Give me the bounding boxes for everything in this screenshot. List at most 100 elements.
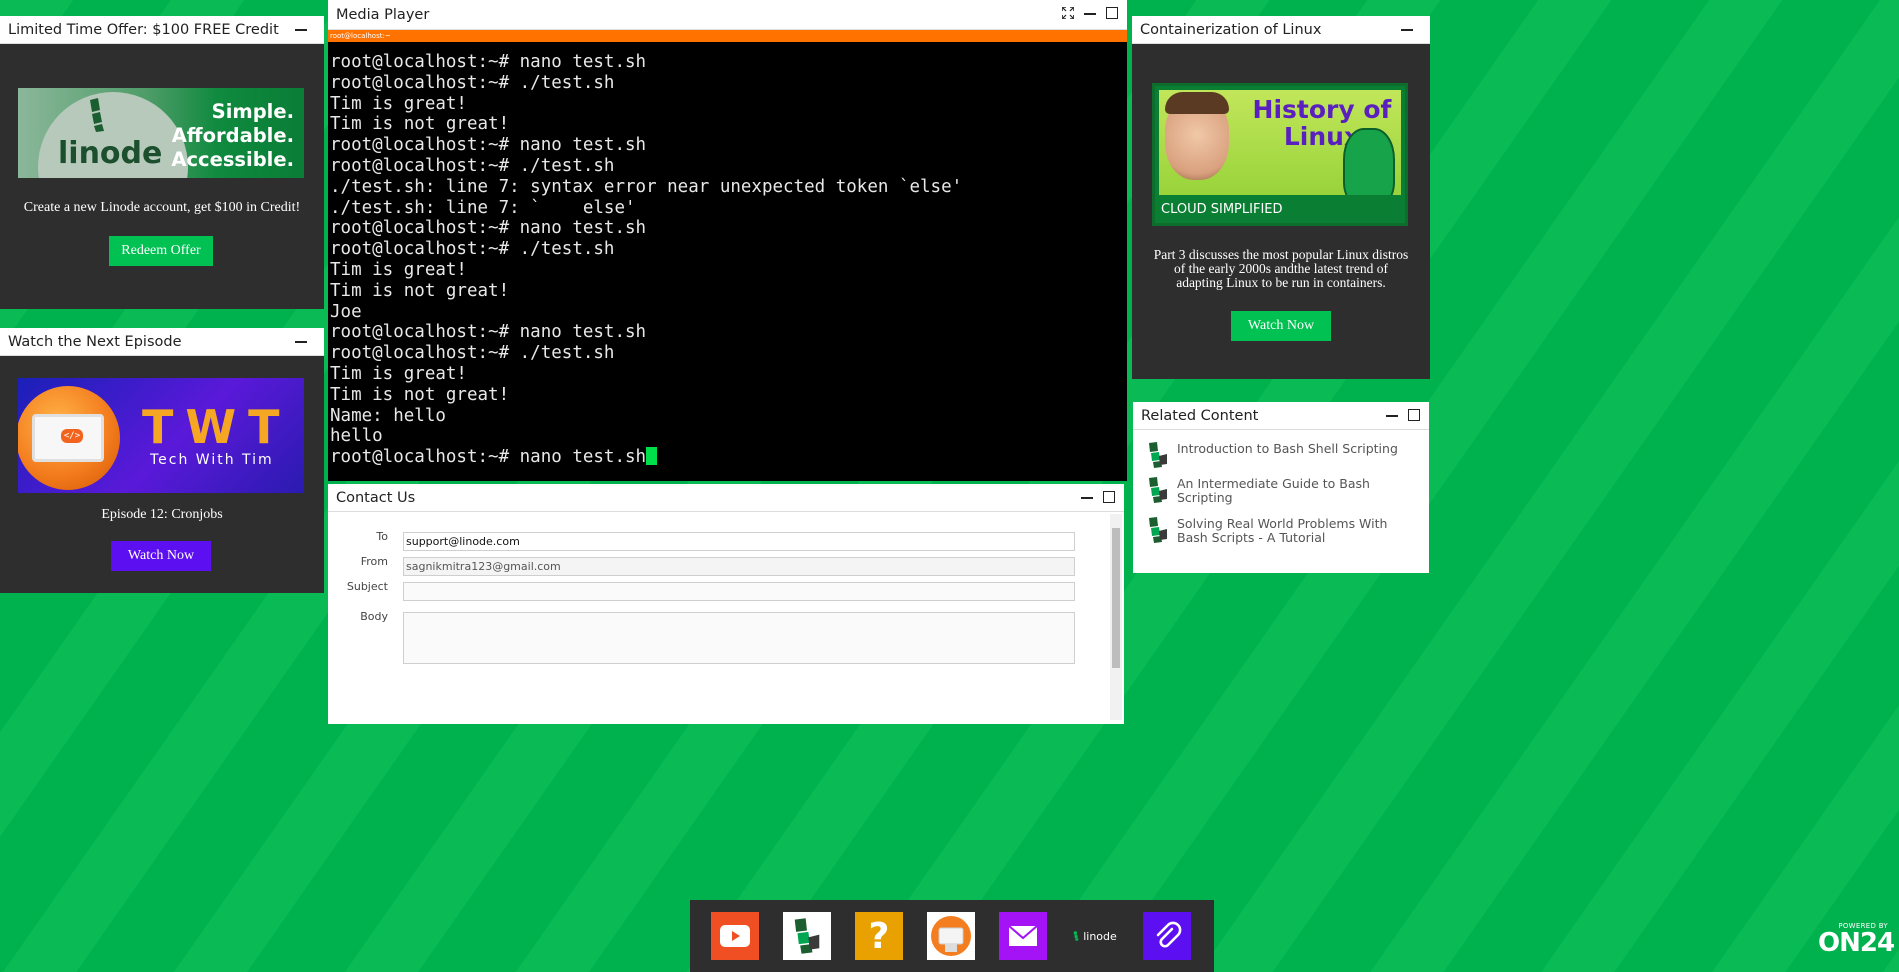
terminal-line: ./test.sh: line 7: ` else' — [330, 197, 636, 218]
media-player-panel: Media Player root@localhost:~ root@local… — [328, 0, 1127, 481]
maximize-button[interactable] — [1103, 4, 1121, 22]
terminal-line: root@localhost:~# ./test.sh — [330, 343, 615, 364]
tagline-line: Simple. — [211, 100, 294, 123]
cloud-simplified-label: CLOUD SIMPLIFIED — [1155, 195, 1405, 223]
offer-panel-header: Limited Time Offer: $100 FREE Credit — [0, 16, 324, 44]
terminal-line: root@localhost:~# nano test.sh — [330, 447, 647, 468]
help-dock-button[interactable]: ? — [855, 912, 903, 960]
laptop-graphic: </> — [32, 414, 104, 462]
minimize-button[interactable] — [1081, 4, 1099, 22]
play-icon — [720, 925, 750, 947]
contact-scrollbar[interactable] — [1110, 514, 1122, 720]
offer-panel-title: Limited Time Offer: $100 FREE Credit — [8, 21, 279, 38]
maximize-button[interactable] — [1100, 488, 1118, 506]
terminal-line: ./test.sh: line 7: syntax error near une… — [330, 176, 963, 197]
related-item-title: Solving Real World Problems With Bash Sc… — [1177, 516, 1388, 545]
episode-panel-title: Watch the Next Episode — [8, 333, 182, 350]
terminal-line: Joe — [330, 301, 362, 322]
terminal-line: root@localhost:~# nano test.sh — [330, 135, 647, 156]
attachment-icon — [1156, 921, 1182, 948]
minimize-button[interactable] — [1383, 406, 1401, 424]
mail-icon — [1008, 925, 1038, 946]
linode-logo-text: linode — [58, 136, 163, 171]
maximize-button[interactable] — [1405, 406, 1423, 424]
terminal-tab-label: root@localhost:~ — [330, 32, 391, 40]
tim-avatar-icon — [931, 916, 971, 956]
contact-panel-title: Contact Us — [336, 489, 416, 506]
help-icon: ? — [868, 915, 890, 957]
contact-panel: Contact Us To support@linode.com From sa… — [328, 484, 1124, 724]
episode-panel: Watch the Next Episode </> TWT Tech With… — [0, 328, 324, 593]
fullscreen-button[interactable] — [1059, 4, 1077, 22]
related-item[interactable]: Introduction to Bash Shell Scripting — [1147, 442, 1403, 468]
minimize-button[interactable] — [1078, 488, 1096, 506]
tech-with-tim-banner-image[interactable]: </> TWT Tech With Tim — [18, 378, 304, 493]
episode-panel-header: Watch the Next Episode — [0, 328, 324, 356]
watch-now-button[interactable]: Watch Now — [1231, 311, 1331, 341]
terminal-line: Tim is great! — [330, 259, 467, 280]
media-player-title: Media Player — [336, 6, 430, 23]
media-player-header: Media Player — [328, 0, 1127, 30]
linode-icon — [1149, 442, 1167, 468]
fullscreen-icon — [1062, 7, 1074, 19]
terminal-title-bar: root@localhost:~ — [328, 30, 1127, 42]
terminal-line: root@localhost:~# ./test.sh — [330, 155, 615, 176]
linode-logo-text: linode — [1083, 929, 1117, 943]
from-label: From — [360, 555, 388, 568]
terminal-line: root@localhost:~# nano test.sh — [330, 322, 647, 343]
tagline-line: Accessible. — [171, 148, 294, 171]
contact-dock-button[interactable] — [999, 912, 1047, 960]
offer-description: Create a new Linode account, get $100 in… — [23, 200, 301, 215]
from-field[interactable]: sagnikmitra123@gmail.com — [403, 557, 1075, 576]
linode-banner-image[interactable]: linode Simple. Affordable. Accessible. — [18, 88, 304, 178]
episode-title: Episode 12: Cronjobs — [101, 507, 223, 522]
linode-icon — [794, 918, 820, 954]
linux-video-panel: Containerization of Linux History of Lin… — [1132, 16, 1430, 379]
body-label: Body — [360, 610, 388, 623]
terminal-cursor — [646, 447, 658, 466]
terminal-prompt-line: root@localhost:~# nano test.sh — [330, 447, 962, 468]
related-dock-button[interactable] — [1143, 912, 1191, 960]
history-of-linux-thumbnail[interactable]: History of Linux CLOUD SIMPLIFIED — [1152, 83, 1408, 226]
subject-field[interactable] — [403, 582, 1075, 601]
terminal-line: root@localhost:~# nano test.sh — [330, 52, 647, 72]
minimize-icon — [295, 341, 307, 343]
watch-now-button[interactable]: Watch Now — [111, 541, 211, 571]
linode-dock-button[interactable] — [783, 912, 831, 960]
minimize-button[interactable] — [292, 332, 310, 350]
related-item[interactable]: An Intermediate Guide to Bash Scripting — [1147, 477, 1403, 505]
maximize-icon — [1408, 409, 1420, 421]
subject-label: Subject — [346, 580, 388, 593]
terminal-line: root@localhost:~# ./test.sh — [330, 239, 615, 260]
scrollbar-thumb[interactable] — [1112, 528, 1120, 668]
terminal-line: hello — [330, 426, 383, 447]
twt-subtitle: Tech With Tim — [150, 452, 274, 468]
minimize-icon — [1081, 497, 1093, 499]
linux-panel-title: Containerization of Linux — [1140, 21, 1322, 38]
minimize-icon — [1401, 29, 1413, 31]
terminal-output[interactable]: root@localhost:~# nano test.sh root@local… — [330, 52, 962, 468]
tagline-line: Affordable. — [171, 124, 294, 147]
on24-logo: ON24 — [1818, 928, 1895, 958]
terminal-line: root@localhost:~# ./test.sh — [330, 72, 615, 93]
offer-dock-button[interactable]: linode — [1071, 912, 1119, 960]
to-field-value: support@linode.com — [406, 535, 520, 548]
media-player-dock-button[interactable] — [711, 912, 759, 960]
twt-logo-text: TWT — [142, 400, 292, 454]
code-badge: </> — [61, 429, 83, 443]
thumbnail-background: History of Linux — [1159, 90, 1401, 206]
linode-icon — [1149, 477, 1167, 503]
minimize-button[interactable] — [1398, 20, 1416, 38]
linode-icon — [1149, 517, 1167, 543]
minimize-button[interactable] — [292, 20, 310, 38]
episode-dock-button[interactable] — [927, 912, 975, 960]
linode-mark-icon — [90, 98, 104, 132]
redeem-offer-button[interactable]: Redeem Offer — [109, 236, 213, 266]
minimize-icon — [1386, 415, 1398, 417]
offer-panel: Limited Time Offer: $100 FREE Credit lin… — [0, 16, 324, 309]
minimize-icon — [1084, 13, 1096, 15]
body-textarea[interactable] — [403, 612, 1075, 664]
linode-logo-icon: linode — [1073, 930, 1117, 943]
to-field[interactable]: support@linode.com — [403, 532, 1075, 551]
related-item[interactable]: Solving Real World Problems With Bash Sc… — [1147, 517, 1403, 545]
